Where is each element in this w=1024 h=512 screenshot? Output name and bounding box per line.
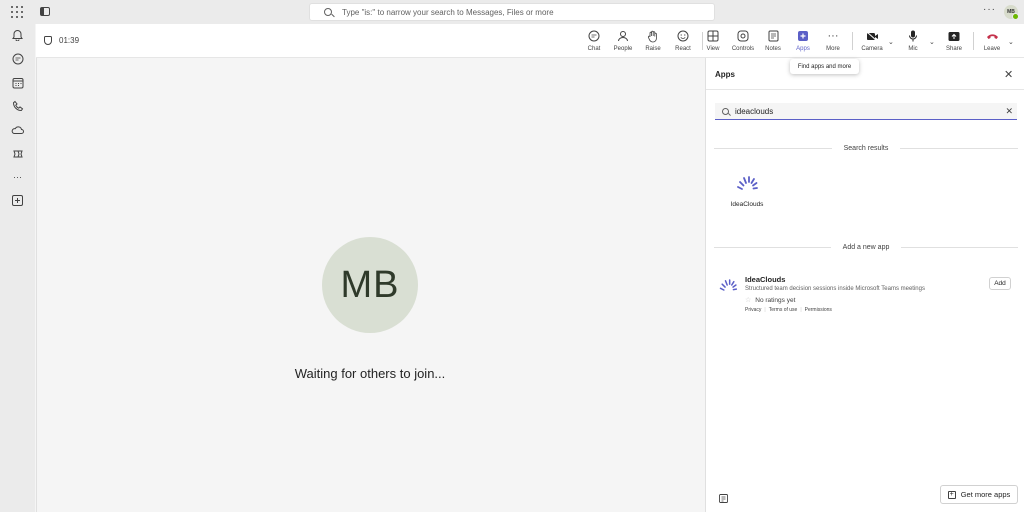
camera-button[interactable]: Camera [859,29,885,56]
search-icon [324,8,332,16]
manage-apps-icon[interactable] [719,490,728,503]
app-description: Structured team decision sessions inside… [745,286,925,292]
link-separator: | [764,307,766,313]
smiley-icon [676,29,690,43]
meeting-toolbar: 01:39 Chat People Raise React View Contr… [36,24,1024,61]
calendar-icon[interactable] [11,76,24,89]
timer-text: 01:39 [59,36,80,45]
ideaclouds-logo-icon [735,171,759,195]
chat-icon [587,29,601,43]
camera-off-icon [865,29,879,43]
apps-icon [796,29,810,43]
more-apps-icon[interactable]: ··· [11,170,24,183]
share-button[interactable]: Share [941,29,967,56]
search-value: ideaclouds [735,106,774,116]
chat-button[interactable]: Chat [581,29,607,56]
view-button[interactable]: View [700,29,726,56]
add-app-button[interactable]: Add [989,277,1011,290]
mic-icon [906,29,920,43]
participant-avatar: MB [322,237,418,333]
toggle-sidebar-icon[interactable] [40,7,50,16]
search-icon [722,107,729,115]
notes-button[interactable]: Notes [760,29,786,56]
global-search-input[interactable]: Type "is:" to narrow your search to Mess… [309,3,715,21]
onedrive-icon[interactable] [11,123,24,136]
app-search-input[interactable]: ideaclouds ✕ [715,103,1017,120]
app-launcher-icon[interactable] [11,6,23,18]
ideaclouds-logo-icon [718,275,738,295]
notes-icon [766,29,780,43]
apps-tooltip: Find apps and more [790,59,859,74]
more-button[interactable]: ··· More [820,29,846,56]
close-icon[interactable]: ✕ [1004,68,1013,81]
camera-options-chevron-icon[interactable]: ⌄ [888,38,894,46]
get-more-apps-button[interactable]: + Get more apps [940,485,1018,504]
people-icon [616,29,630,43]
search-results-heading: Search results [714,145,1018,152]
add-apps-icon[interactable] [11,194,24,207]
controls-button[interactable]: Controls [730,29,756,56]
copilot-icon[interactable] [11,147,24,160]
title-bar: Type "is:" to narrow your search to Mess… [0,0,1024,24]
app-rail: ··· [0,24,35,512]
result-tile-ideaclouds[interactable]: IdeaClouds [725,171,769,208]
app-listing-ideaclouds[interactable]: IdeaClouds Structured team decision sess… [718,273,1018,318]
clear-search-icon[interactable]: ✕ [1005,106,1013,117]
hand-icon [646,29,660,43]
grid-view-icon [706,29,720,43]
star-icon: ☆ [745,297,752,304]
meeting-timer: 01:39 [44,36,79,45]
toolbar-divider [852,32,853,50]
panel-divider [706,89,1024,90]
people-button[interactable]: People [610,29,636,56]
controls-icon [736,29,750,43]
react-button[interactable]: React [670,29,696,56]
app-rating: ☆ No ratings yet [745,296,796,305]
add-new-app-heading: Add a new app [714,244,1018,251]
panel-title: Apps [715,70,735,79]
search-placeholder: Type "is:" to narrow your search to Mess… [342,7,554,17]
link-separator: | [800,307,802,313]
toolbar-divider [973,32,974,50]
mic-button[interactable]: Mic [900,29,926,56]
share-icon [947,29,961,43]
privacy-link[interactable]: Privacy [745,307,761,313]
settings-more-button[interactable]: ··· [983,4,996,15]
apps-button[interactable]: Apps [790,29,816,61]
leave-button[interactable]: Leave [979,29,1005,56]
apps-panel: Apps ✕ ideaclouds ✕ Search results IdeaC… [705,58,1024,512]
permissions-link[interactable]: Permissions [805,307,832,313]
shield-icon [44,36,52,45]
terms-link[interactable]: Terms of use [769,307,798,313]
calls-icon[interactable] [11,99,24,112]
profile-avatar[interactable]: MB [1004,5,1019,20]
app-links: Privacy | Terms of use | Permissions [745,307,832,313]
raise-hand-button[interactable]: Raise [640,29,666,56]
chat-icon[interactable] [11,52,24,65]
leave-options-chevron-icon[interactable]: ⌄ [1008,38,1014,46]
hang-up-icon [985,29,999,43]
bell-icon[interactable] [11,28,24,41]
mic-options-chevron-icon[interactable]: ⌄ [929,38,935,46]
ellipsis-icon: ··· [827,30,839,42]
waiting-status: Waiting for others to join... [294,366,446,381]
add-icon: + [947,490,956,499]
result-tile-label: IdeaClouds [730,201,764,208]
app-name: IdeaClouds [745,275,786,284]
